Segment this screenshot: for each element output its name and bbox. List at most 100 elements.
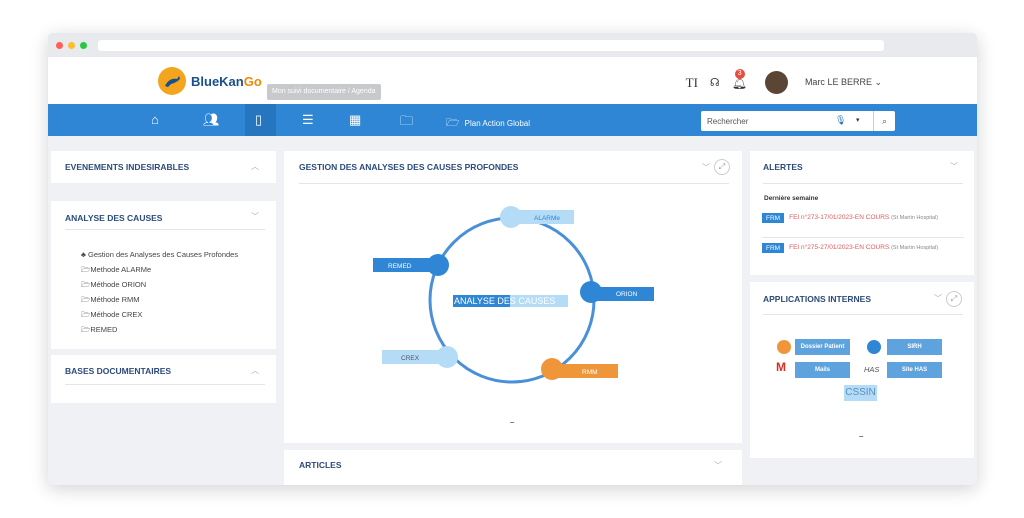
minus-icon[interactable]: – bbox=[510, 418, 514, 427]
tree-item[interactable]: 🗁︎REMED bbox=[81, 322, 238, 337]
divider bbox=[65, 229, 265, 230]
users-icon[interactable]: 👥︎ bbox=[203, 112, 220, 128]
tree-item[interactable]: 🗁︎Methode ALARMe bbox=[81, 262, 238, 277]
folder-open-icon: 🗁︎ bbox=[446, 117, 460, 129]
panel-title: ARTICLES bbox=[299, 460, 342, 470]
alert-item[interactable]: FRM FEI n°273-17/01/2023-EN COURS (St Ma… bbox=[762, 213, 964, 223]
panel-title: ANALYSE DES CAUSES bbox=[65, 213, 163, 223]
main-navbar: ⌂ 👥︎ ▯ ☰ ▦ 🗀︎ 🗁︎ Plan Action Global Rech… bbox=[48, 104, 977, 136]
chevron-down-icon[interactable]: ﹀ bbox=[934, 293, 942, 304]
app-site-has[interactable]: Site HAS bbox=[887, 362, 942, 378]
frm-tag: FRM bbox=[762, 243, 785, 253]
center-label: ANALYSE DES CAUSES bbox=[454, 296, 555, 306]
chevron-down-icon[interactable]: ﹀ bbox=[714, 460, 722, 471]
divider bbox=[65, 384, 265, 385]
app-cssin[interactable]: CSSIN bbox=[844, 385, 877, 401]
alert-text[interactable]: FEI n°275-27/01/2023-EN COURS (St Martin… bbox=[789, 243, 964, 253]
tablet-icon[interactable]: ▯ bbox=[255, 112, 262, 128]
tree-item[interactable]: ♣ Gestion des Analyses des Causes Profon… bbox=[81, 247, 238, 262]
kangaroo-logo-icon bbox=[158, 67, 186, 95]
gmail-icon: M bbox=[776, 360, 786, 374]
tooltip: Mon suivi documentaire / Agenda bbox=[267, 84, 381, 100]
minus-icon[interactable]: – bbox=[859, 432, 863, 441]
tree-item[interactable]: 🗁︎Méthode CREX bbox=[81, 307, 238, 322]
panel-title: ALERTES bbox=[763, 162, 803, 172]
text-size-icon[interactable]: TI bbox=[686, 75, 698, 91]
analysis-tree: ♣ Gestion des Analyses des Causes Profon… bbox=[81, 247, 238, 337]
has-logo: HAS bbox=[864, 365, 880, 374]
app-dossier-patient[interactable]: Dossier Patient bbox=[795, 339, 850, 355]
search-icon[interactable]: ⌕ bbox=[873, 111, 895, 131]
divider bbox=[762, 237, 964, 238]
chevron-down-icon[interactable]: ﹀ bbox=[251, 211, 259, 222]
headset-icon[interactable]: ☊ bbox=[710, 76, 720, 89]
panel-applications: APPLICATIONS INTERNES ﹀ ⤢ Dossier Patien… bbox=[750, 282, 974, 458]
week-label: Dernière semaine bbox=[764, 195, 819, 202]
close-dot[interactable] bbox=[56, 41, 63, 49]
tree-item[interactable]: 🗁︎Méthode ORION bbox=[81, 277, 238, 292]
calendar-icon[interactable]: ▦ bbox=[349, 112, 361, 128]
address-bar[interactable] bbox=[98, 40, 884, 51]
browser-chrome bbox=[48, 33, 977, 57]
calendar-app-icon bbox=[777, 340, 791, 354]
plan-action-label: Plan Action Global bbox=[464, 119, 531, 128]
bell-icon[interactable]: 🔔︎ 3 bbox=[732, 68, 747, 90]
home-icon[interactable]: ⌂ bbox=[151, 112, 159, 127]
sirh-app-icon bbox=[867, 340, 881, 354]
node-alarme-dot bbox=[500, 206, 522, 228]
expand-icon[interactable]: ⤢ bbox=[946, 291, 962, 307]
node-remed-label: REMED bbox=[388, 263, 412, 270]
folder-open-icon: 🗁︎ bbox=[81, 325, 91, 334]
microphone-icon[interactable]: 🎙︎ bbox=[835, 115, 846, 126]
folder-open-icon: 🗁︎ bbox=[81, 265, 91, 274]
chevron-up-icon[interactable]: ︿ bbox=[251, 161, 259, 172]
node-crex-label: CREX bbox=[401, 355, 420, 362]
node-orion-dot bbox=[580, 281, 602, 303]
chevron-down-icon[interactable]: ﹀ bbox=[950, 161, 958, 172]
panel-bases-documentaires: BASES DOCUMENTAIRES ︿ bbox=[51, 355, 276, 403]
panel-gestion-analyses: GESTION DES ANALYSES DES CAUSES PROFONDE… bbox=[284, 151, 742, 443]
panel-analyse-causes: ANALYSE DES CAUSES ﹀ ♣ Gestion des Analy… bbox=[51, 201, 276, 349]
nav-plan-action[interactable]: 🗁︎ Plan Action Global bbox=[446, 114, 530, 133]
logo[interactable]: BlueKanGo bbox=[158, 67, 262, 95]
node-rmm-label: RMM bbox=[582, 369, 598, 376]
divider bbox=[763, 314, 963, 315]
panel-title: EVENEMENTS INDESIRABLES bbox=[65, 162, 190, 172]
top-header: BlueKanGo Mon suivi documentaire / Agend… bbox=[48, 57, 977, 104]
search-box[interactable]: Rechercher 🎙︎ ▾ ⌕ bbox=[701, 111, 895, 131]
minimize-dot[interactable] bbox=[68, 41, 75, 49]
panel-evenements: EVENEMENTS INDESIRABLES ︿ bbox=[51, 151, 276, 183]
header-tools: TI ☊ 🔔︎ 3 Marc LE BERRE ⌄ bbox=[686, 68, 882, 94]
folder-open-icon: 🗁︎ bbox=[81, 310, 91, 319]
divider bbox=[763, 183, 963, 184]
logo-text: BlueKanGo bbox=[191, 73, 262, 89]
panel-title: BASES DOCUMENTAIRES bbox=[65, 366, 172, 376]
alert-item[interactable]: FRM FEI n°275-27/01/2023-EN COURS (St Ma… bbox=[762, 243, 964, 253]
search-input[interactable]: Rechercher bbox=[707, 117, 748, 126]
panel-title: APPLICATIONS INTERNES bbox=[763, 294, 871, 304]
avatar[interactable] bbox=[764, 71, 788, 94]
node-orion-label: ORION bbox=[616, 291, 638, 298]
sitemap-icon: ♣ bbox=[81, 250, 86, 259]
tree-item[interactable]: 🗁︎Méthode RMM bbox=[81, 292, 238, 307]
chevron-up-icon[interactable]: ︿ bbox=[251, 365, 259, 376]
folder-open-icon: 🗁︎ bbox=[81, 295, 91, 304]
causes-diagram: ALARMe ORION RMM CREX REMED ANALYSE DES … bbox=[373, 206, 654, 384]
notification-badge: 3 bbox=[734, 68, 745, 79]
app-sirh[interactable]: SIRH bbox=[887, 339, 942, 355]
folder-icon[interactable]: 🗀︎ bbox=[400, 112, 413, 134]
chevron-down-icon[interactable]: ▾ bbox=[856, 116, 860, 124]
alert-text[interactable]: FEI n°273-17/01/2023-EN COURS (St Martin… bbox=[789, 213, 964, 223]
node-remed-dot bbox=[427, 254, 449, 276]
user-menu[interactable]: Marc LE BERRE ⌄ bbox=[805, 77, 882, 88]
frm-tag: FRM bbox=[762, 213, 785, 223]
node-alarme-label: ALARMe bbox=[534, 215, 560, 222]
app-mails[interactable]: Mails bbox=[795, 362, 850, 378]
panel-articles: ARTICLES ﹀ bbox=[284, 450, 742, 485]
node-crex-dot bbox=[436, 346, 458, 368]
server-icon[interactable]: ☰ bbox=[302, 112, 314, 128]
browser-window: BlueKanGo Mon suivi documentaire / Agend… bbox=[48, 33, 977, 485]
maximize-dot[interactable] bbox=[80, 41, 87, 49]
folder-open-icon: 🗁︎ bbox=[81, 280, 91, 289]
node-rmm-dot bbox=[541, 358, 563, 380]
